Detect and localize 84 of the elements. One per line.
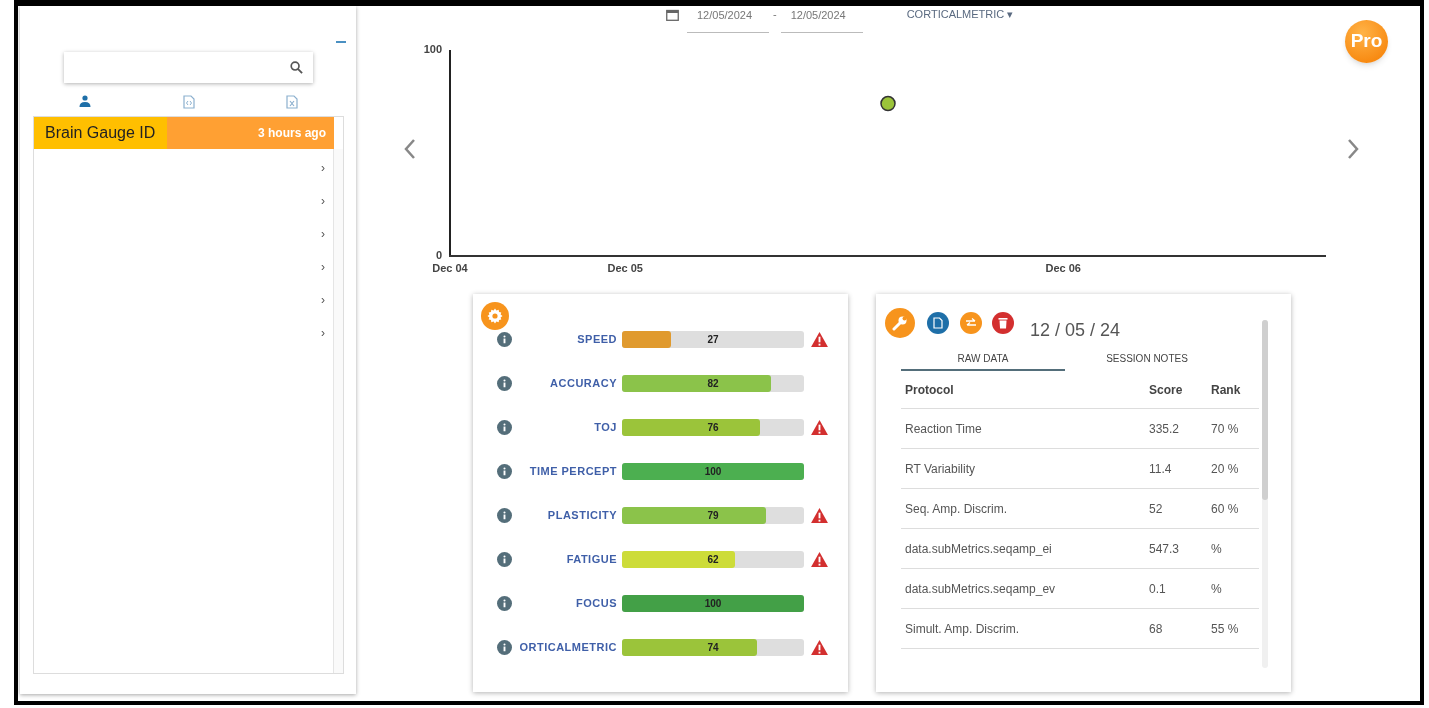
list-header-time: 3 hours ago (167, 117, 334, 149)
calendar-icon[interactable] (666, 9, 679, 21)
table-cell-text: 60 % (1211, 500, 1239, 518)
table-cell-text: Reaction Time (904, 420, 983, 438)
metric-value: 100 (703, 596, 723, 611)
column-header: Rank (1211, 381, 1241, 399)
info-icon[interactable] (497, 331, 512, 347)
info-icon[interactable] (497, 595, 512, 611)
swap-icon (965, 318, 977, 328)
info-icon[interactable] (497, 463, 512, 479)
table-cell-text: data.subMetrics.seqamp_ev (904, 580, 1057, 598)
info-icon[interactable] (497, 419, 512, 435)
metric-value: 82 (706, 376, 720, 391)
metric-value: 27 (706, 332, 720, 347)
table-cell-text: 20 % (1211, 460, 1239, 478)
settings-icon (487, 308, 503, 324)
warning-icon (811, 507, 828, 523)
list-item[interactable]: › (34, 217, 333, 250)
table-cell-text: 547.3 (1149, 540, 1181, 558)
table-cell-text: 0.1 (1149, 580, 1167, 598)
x-tick-label: Dec 05 (607, 262, 643, 274)
table-cell-text: % (1211, 580, 1222, 598)
pdf-button[interactable] (927, 312, 949, 334)
table-cell-text: RT Variability (904, 460, 977, 478)
document-icon (933, 317, 943, 329)
metric-label: ORTICALMETRIC (519, 639, 617, 655)
table-cell-text: 335.2 (1149, 420, 1181, 438)
warning-icon (811, 331, 828, 347)
metric-value: 79 (706, 508, 720, 523)
column-header: Protocol (904, 381, 955, 399)
info-icon[interactable] (497, 375, 512, 391)
metric-label: TOJ (594, 419, 617, 435)
metric-value: 74 (706, 640, 720, 655)
date-separator: - (773, 7, 777, 22)
scrollbar[interactable] (333, 149, 343, 673)
warning-icon (811, 551, 828, 567)
trash-icon (998, 317, 1008, 329)
info-icon[interactable] (497, 639, 512, 655)
warning-icon (811, 419, 828, 435)
table-cell-text: 68 (1149, 620, 1164, 638)
metric-label: FOCUS (576, 595, 617, 611)
metric-value: 62 (706, 552, 720, 567)
list-item[interactable]: › (34, 316, 333, 349)
metric-label: FATIGUE (566, 551, 617, 567)
search-icon[interactable] (289, 61, 303, 74)
metric-label: TIME PERCEPT (529, 463, 617, 479)
table-cell-text: 55 % (1211, 620, 1239, 638)
y-tick-label: 0 (435, 248, 442, 261)
data-point[interactable] (880, 95, 896, 112)
table-cell-text: data.subMetrics.seqamp_ei (904, 540, 1053, 558)
metric-dropdown[interactable]: CORTICALMETRIC ▾ (906, 9, 1014, 20)
list-item[interactable]: › (34, 283, 333, 316)
search-field[interactable] (63, 52, 313, 83)
metric-label: ACCURACY (550, 375, 617, 391)
table-cell-text: 52 (1149, 500, 1164, 518)
metric-value: 100 (703, 464, 723, 479)
list-item[interactable]: › (34, 184, 333, 217)
x-tick-label: Dec 04 (432, 262, 468, 274)
session-tab[interactable]: RAW DATA (901, 347, 1065, 371)
info-icon[interactable] (497, 551, 512, 567)
session-date: 12 / 05 / 24 (1030, 318, 1121, 342)
start-date-field[interactable]: 12/05/2024 (687, 6, 769, 33)
y-tick-label: 100 (423, 42, 442, 55)
session-tab[interactable]: SESSION NOTES (1065, 347, 1229, 371)
wrench-icon (892, 315, 908, 331)
person-icon[interactable] (78, 95, 91, 107)
column-header: Score (1149, 381, 1184, 399)
metric-label: SPEED (577, 331, 617, 347)
list-header-title: Brain Gauge ID (34, 117, 167, 149)
warning-icon (811, 639, 828, 655)
x-tick-label: Dec 06 (1045, 262, 1081, 274)
scrollbar-thumb[interactable] (1262, 320, 1268, 500)
table-cell-text: Simult. Amp. Discrim. (904, 620, 1020, 638)
info-icon[interactable] (497, 507, 512, 523)
table-cell-text: Seq. Amp. Discrim. (904, 500, 1009, 518)
table-cell-text: 11.4 (1149, 460, 1173, 478)
delete-button[interactable] (992, 312, 1014, 334)
end-date-field[interactable]: 12/05/2024 (780, 6, 863, 33)
list-item[interactable]: › (34, 250, 333, 283)
metric-label: PLASTICITY (547, 507, 617, 523)
list-item[interactable]: › (34, 151, 333, 184)
table-cell-text: 70 % (1211, 420, 1239, 438)
table-cell-text: % (1211, 540, 1222, 558)
metric-value: 76 (706, 420, 720, 435)
